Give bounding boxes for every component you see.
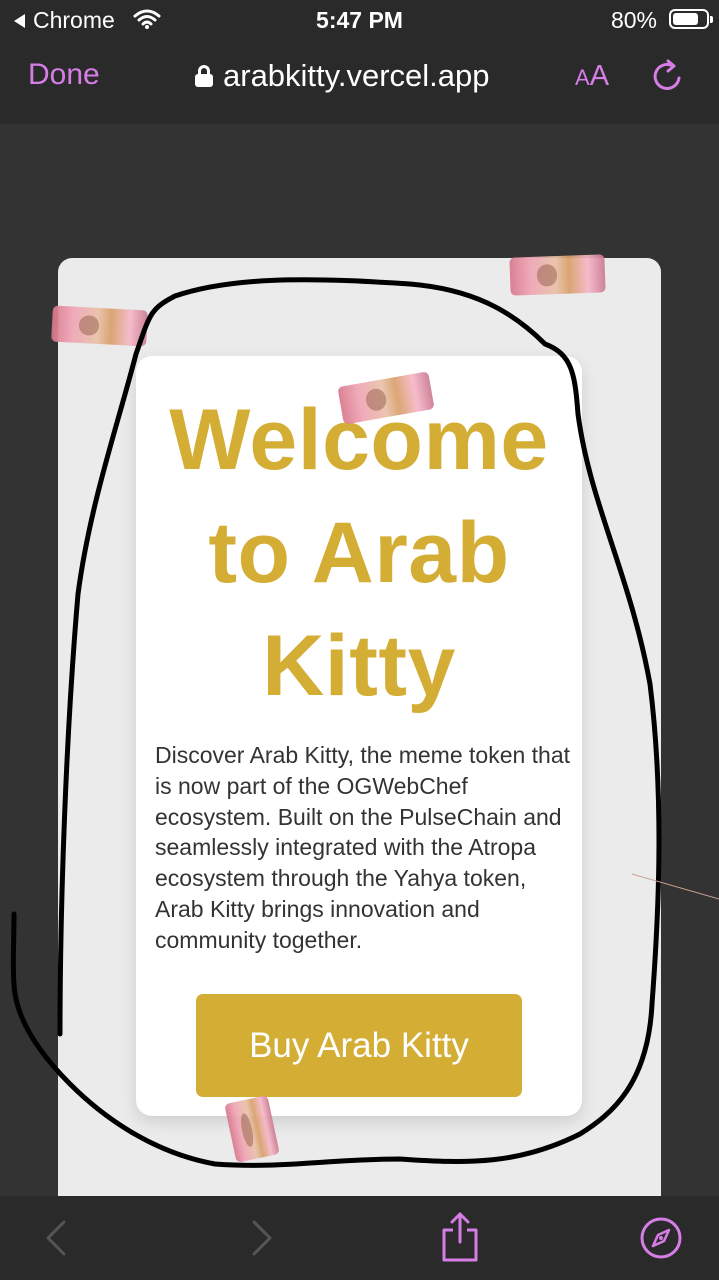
compass-icon[interactable] (639, 1210, 683, 1266)
url-text: arabkitty.vercel.app (223, 58, 490, 93)
welcome-card: Welcome to Arab Kitty Discover Arab Kitt… (136, 356, 582, 1116)
banknote-sticker (509, 254, 606, 296)
web-content: Welcome to Arab Kitty Discover Arab Kitt… (0, 124, 719, 1196)
forward-arrow-icon[interactable] (248, 1210, 276, 1266)
share-icon[interactable] (440, 1210, 480, 1266)
battery-percent: 80% (610, 7, 657, 33)
banknote-sticker (51, 305, 148, 347)
description: Discover Arab Kitty, the meme token that… (155, 742, 571, 953)
browser-nav-bar: Done arabkitty.vercel.app AA (0, 40, 719, 124)
reader-large-a: A (589, 60, 610, 92)
reader-view-button[interactable]: AA (575, 60, 609, 93)
buy-arab-kitty-button[interactable]: Buy Arab Kitty (196, 994, 522, 1097)
reader-small-a: A (575, 65, 590, 90)
browser-toolbar (0, 1196, 719, 1280)
address-bar[interactable]: arabkitty.vercel.app (195, 58, 490, 94)
done-button[interactable]: Done (28, 58, 100, 92)
lock-icon (195, 65, 213, 87)
battery-icon (669, 9, 713, 29)
page-title: Welcome to Arab Kitty (169, 392, 549, 714)
back-arrow-icon[interactable] (42, 1210, 70, 1266)
reload-icon[interactable] (651, 58, 685, 94)
status-bar: Chrome 5:47 PM 80% (0, 0, 719, 40)
